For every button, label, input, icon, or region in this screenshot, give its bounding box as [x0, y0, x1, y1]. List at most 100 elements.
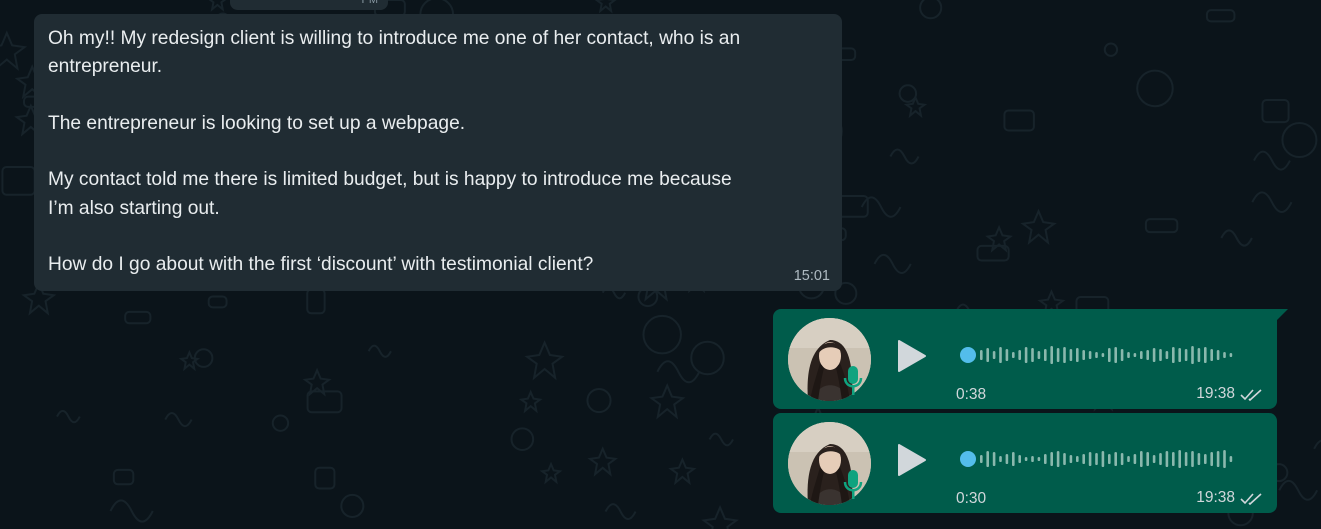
wallpaper-doodle — [124, 310, 152, 325]
wallpaper-doodle — [1, 166, 36, 196]
wallpaper-doodle — [668, 457, 697, 486]
waveform-bar — [1159, 453, 1162, 465]
play-icon[interactable] — [897, 443, 927, 477]
message-line — [48, 223, 838, 251]
waveform-bar — [1063, 347, 1066, 363]
wallpaper-doodle — [306, 288, 326, 315]
wallpaper-doodle — [1003, 109, 1035, 132]
waveform-bar — [1146, 350, 1149, 360]
wallpaper-doodle — [1313, 439, 1321, 450]
message-line: entrepreneur. — [48, 56, 163, 78]
waveform-bar — [1172, 452, 1175, 466]
wallpaper-doodle — [701, 504, 739, 529]
waveform-bar — [1082, 350, 1085, 360]
wallpaper-doodle — [690, 340, 725, 376]
waveform-bar — [1018, 350, 1021, 360]
waveform-bar — [1172, 347, 1175, 363]
waveform-bar — [1197, 453, 1201, 465]
waveform-bar — [1101, 353, 1105, 357]
waveform-bar — [1178, 450, 1181, 468]
waveform-bar — [999, 456, 1002, 462]
waveform-bar — [1069, 455, 1073, 463]
waveform-bar — [1159, 349, 1162, 361]
waveform-bar — [1204, 347, 1207, 363]
wallpaper-doodle — [518, 389, 543, 414]
voice-duration: 0:30 — [956, 490, 987, 507]
waveform-progress-dot[interactable] — [960, 451, 976, 467]
waveform-bar — [1069, 349, 1073, 361]
waveform-bar — [1140, 451, 1143, 467]
message-line: How do I go about with the first ‘discou… — [48, 254, 594, 276]
waveform-bar — [1152, 348, 1156, 362]
message-line: Oh my!! My redesign client is willing to… — [48, 28, 741, 49]
message-line: The entrepreneur is looking to set up a … — [48, 112, 466, 134]
waveform-bar — [986, 451, 989, 467]
waveform-bar — [992, 452, 996, 466]
waveform-bar — [1216, 350, 1220, 360]
waveform-bar — [1210, 452, 1213, 466]
wallpaper-doodle — [1205, 9, 1236, 23]
message-line: I’m also starting out. — [48, 197, 220, 219]
voice-duration: 0:38 — [956, 386, 987, 403]
wallpaper-doodle — [1103, 42, 1119, 57]
waveform-bar — [1012, 352, 1015, 358]
waveform-progress-dot[interactable] — [960, 347, 976, 363]
wallpaper-doodle — [1020, 208, 1057, 246]
play-icon[interactable] — [897, 339, 927, 373]
message-time: 19:38 — [1196, 385, 1235, 402]
waveform-bar — [1050, 346, 1053, 364]
waveform-bar — [1204, 454, 1207, 464]
wallpaper-doodle — [586, 387, 612, 414]
wallpaper-doodle — [56, 409, 81, 424]
message-line — [48, 138, 838, 166]
waveform-bar — [1191, 346, 1194, 364]
waveform-bar — [1024, 347, 1028, 363]
waveform-bar — [1133, 454, 1137, 464]
voice-message-bubble[interactable]: 0:38 19:38 — [773, 309, 1277, 409]
waveform-bar — [1140, 351, 1143, 359]
wallpaper-doodle — [898, 84, 918, 103]
incoming-message-bubble[interactable]: Oh my!! My redesign client is willing to… — [34, 14, 842, 291]
waveform-bar — [1076, 456, 1079, 462]
wallpaper-doodle — [1144, 218, 1179, 234]
waveform-bar — [1152, 455, 1156, 463]
waveform-bar — [1095, 453, 1098, 465]
waveform-bar — [1088, 351, 1092, 359]
waveform-bar — [1216, 451, 1220, 467]
waveform-bar — [1108, 454, 1111, 464]
waveform-bar — [1127, 456, 1130, 462]
waveform-bar — [1229, 456, 1233, 462]
waveform-bar — [1165, 351, 1169, 359]
waveform-bar — [1114, 452, 1117, 466]
wallpaper-doodle — [109, 499, 154, 523]
waveform-bar — [986, 348, 989, 362]
waveform-bar — [1184, 349, 1188, 361]
waveform-bar — [1197, 348, 1201, 362]
voice-message-bubble[interactable]: 0:30 19:38 — [773, 413, 1277, 513]
waveform-bar — [1178, 348, 1181, 362]
wallpaper-doodle — [510, 427, 535, 452]
waveform-bar — [1108, 348, 1111, 362]
waveform[interactable] — [960, 447, 1250, 471]
wallpaper-doodle — [1220, 229, 1253, 247]
wallpaper-doodle — [367, 344, 392, 358]
wallpaper-doodle — [587, 446, 618, 477]
waveform-bar — [1063, 453, 1066, 465]
waveform-bar — [1120, 349, 1124, 361]
waveform-bar — [1024, 457, 1028, 461]
waveform-bar — [1005, 454, 1009, 464]
waveform-bar — [1191, 451, 1194, 467]
message-time: PM — [361, 0, 379, 6]
wallpaper-doodle — [1261, 99, 1290, 124]
waveform-bar — [1044, 349, 1047, 361]
bubble-tail — [1274, 309, 1288, 323]
waveform[interactable] — [960, 343, 1250, 367]
waveform-bar — [1005, 349, 1009, 361]
waveform-bar — [1037, 457, 1041, 461]
wallpaper-doodle — [1251, 191, 1293, 214]
wallpaper-doodle — [207, 295, 228, 309]
waveform-bar — [1031, 348, 1034, 362]
wallpaper-doodle — [604, 503, 637, 521]
wallpaper-doodle — [164, 412, 193, 428]
wallpaper-doodle — [271, 414, 290, 432]
